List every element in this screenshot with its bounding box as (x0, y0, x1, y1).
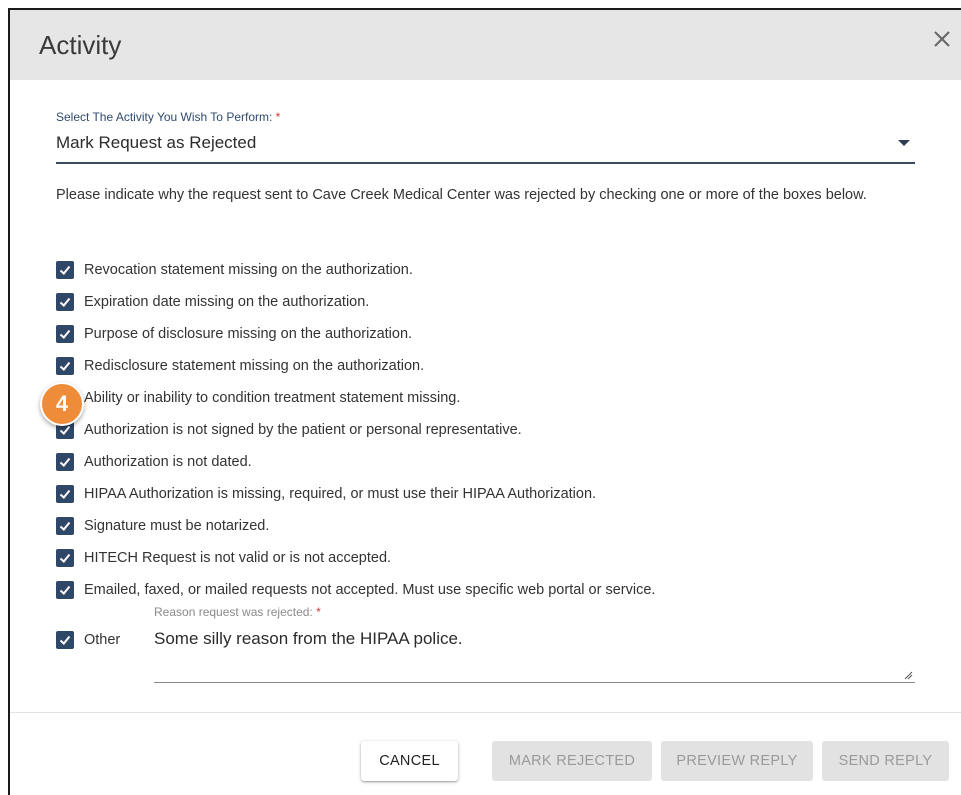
reason-label: HIPAA Authorization is missing, required… (84, 486, 597, 502)
checkbox[interactable] (56, 293, 74, 311)
activity-select-label: Select The Activity You Wish To Perform:… (56, 110, 280, 124)
activity-dialog: Activity Select The Activity You Wish To… (8, 8, 961, 795)
activity-select-value: Mark Request as Rejected (56, 133, 257, 152)
checkmark-icon (59, 521, 71, 531)
reason-checkbox-row[interactable]: Authorization is not dated. (56, 451, 252, 473)
reason-checkbox-row[interactable]: HIPAA Authorization is missing, required… (56, 483, 596, 505)
checkmark-icon (59, 265, 71, 275)
checkbox[interactable] (56, 631, 74, 649)
checkbox[interactable] (56, 549, 74, 567)
checkmark-icon (59, 329, 71, 339)
reason-label: Expiration date missing on the authoriza… (84, 294, 370, 310)
checkmark-icon (59, 553, 71, 563)
required-mark: * (275, 110, 281, 124)
reason-checkbox-row[interactable]: Ability or inability to condition treatm… (56, 387, 460, 409)
close-button[interactable] (929, 26, 955, 52)
mark-rejected-button[interactable]: MARK REJECTED (492, 741, 652, 781)
reason-label: Authorization is not dated. (84, 454, 252, 470)
step-badge: 4 (40, 382, 84, 426)
checkmark-icon (59, 489, 71, 499)
checkmark-icon (59, 297, 71, 307)
instructions-text: Please indicate why the request sent to … (56, 187, 867, 203)
activity-select-underline (56, 162, 915, 164)
checkbox[interactable] (56, 261, 74, 279)
checkbox[interactable] (56, 485, 74, 503)
checkbox[interactable] (56, 357, 74, 375)
reason-checkbox-row[interactable]: Other (56, 629, 120, 651)
reason-label: Authorization is not signed by the patie… (84, 422, 522, 438)
footer-divider (10, 712, 961, 713)
other-reason-label-text: Reason request was rejected: (154, 605, 313, 619)
reason-checkbox-row[interactable]: Authorization is not signed by the patie… (56, 419, 522, 441)
reason-checkbox-row[interactable]: Revocation statement missing on the auth… (56, 259, 413, 281)
other-reason-underline (154, 682, 915, 683)
reason-checkbox-row[interactable]: Purpose of disclosure missing on the aut… (56, 323, 412, 345)
checkmark-icon (59, 585, 71, 595)
required-mark: * (316, 605, 321, 619)
checkbox[interactable] (56, 517, 74, 535)
reason-label: Other (84, 632, 121, 648)
reason-checkbox-row[interactable]: Expiration date missing on the authoriza… (56, 291, 369, 313)
dialog-header: Activity (10, 10, 961, 80)
other-reason-input[interactable]: Some silly reason from the HIPAA police. (154, 629, 463, 649)
preview-reply-button[interactable]: PREVIEW REPLY (661, 741, 813, 781)
cancel-button[interactable]: CANCEL (361, 741, 458, 781)
reason-label: Signature must be notarized. (84, 518, 270, 534)
reason-label: Revocation statement missing on the auth… (84, 262, 413, 278)
checkbox[interactable] (56, 581, 74, 599)
checkbox[interactable] (56, 325, 74, 343)
dialog-title: Activity (39, 30, 122, 60)
reason-checkbox-row[interactable]: Redisclosure statement missing on the au… (56, 355, 424, 377)
resize-handle-icon[interactable] (903, 670, 913, 680)
checkmark-icon (59, 361, 71, 371)
reason-label: HITECH Request is not valid or is not ac… (84, 550, 392, 566)
close-icon (934, 31, 950, 47)
checkmark-icon (59, 457, 71, 467)
chevron-down-icon (898, 140, 910, 146)
send-reply-button[interactable]: SEND REPLY (822, 741, 949, 781)
checkbox[interactable] (56, 453, 74, 471)
checkmark-icon (59, 635, 71, 645)
reason-label: Ability or inability to condition treatm… (84, 390, 461, 406)
activity-select-label-text: Select The Activity You Wish To Perform: (56, 110, 273, 124)
reason-checkbox-row[interactable]: HITECH Request is not valid or is not ac… (56, 547, 391, 569)
reason-checkbox-row[interactable]: Emailed, faxed, or mailed requests not a… (56, 579, 655, 601)
reason-label: Emailed, faxed, or mailed requests not a… (84, 582, 656, 598)
reason-checkbox-row[interactable]: Signature must be notarized. (56, 515, 269, 537)
reason-label: Redisclosure statement missing on the au… (84, 358, 425, 374)
reason-label: Purpose of disclosure missing on the aut… (84, 326, 413, 342)
other-reason-label: Reason request was rejected: * (154, 605, 321, 619)
